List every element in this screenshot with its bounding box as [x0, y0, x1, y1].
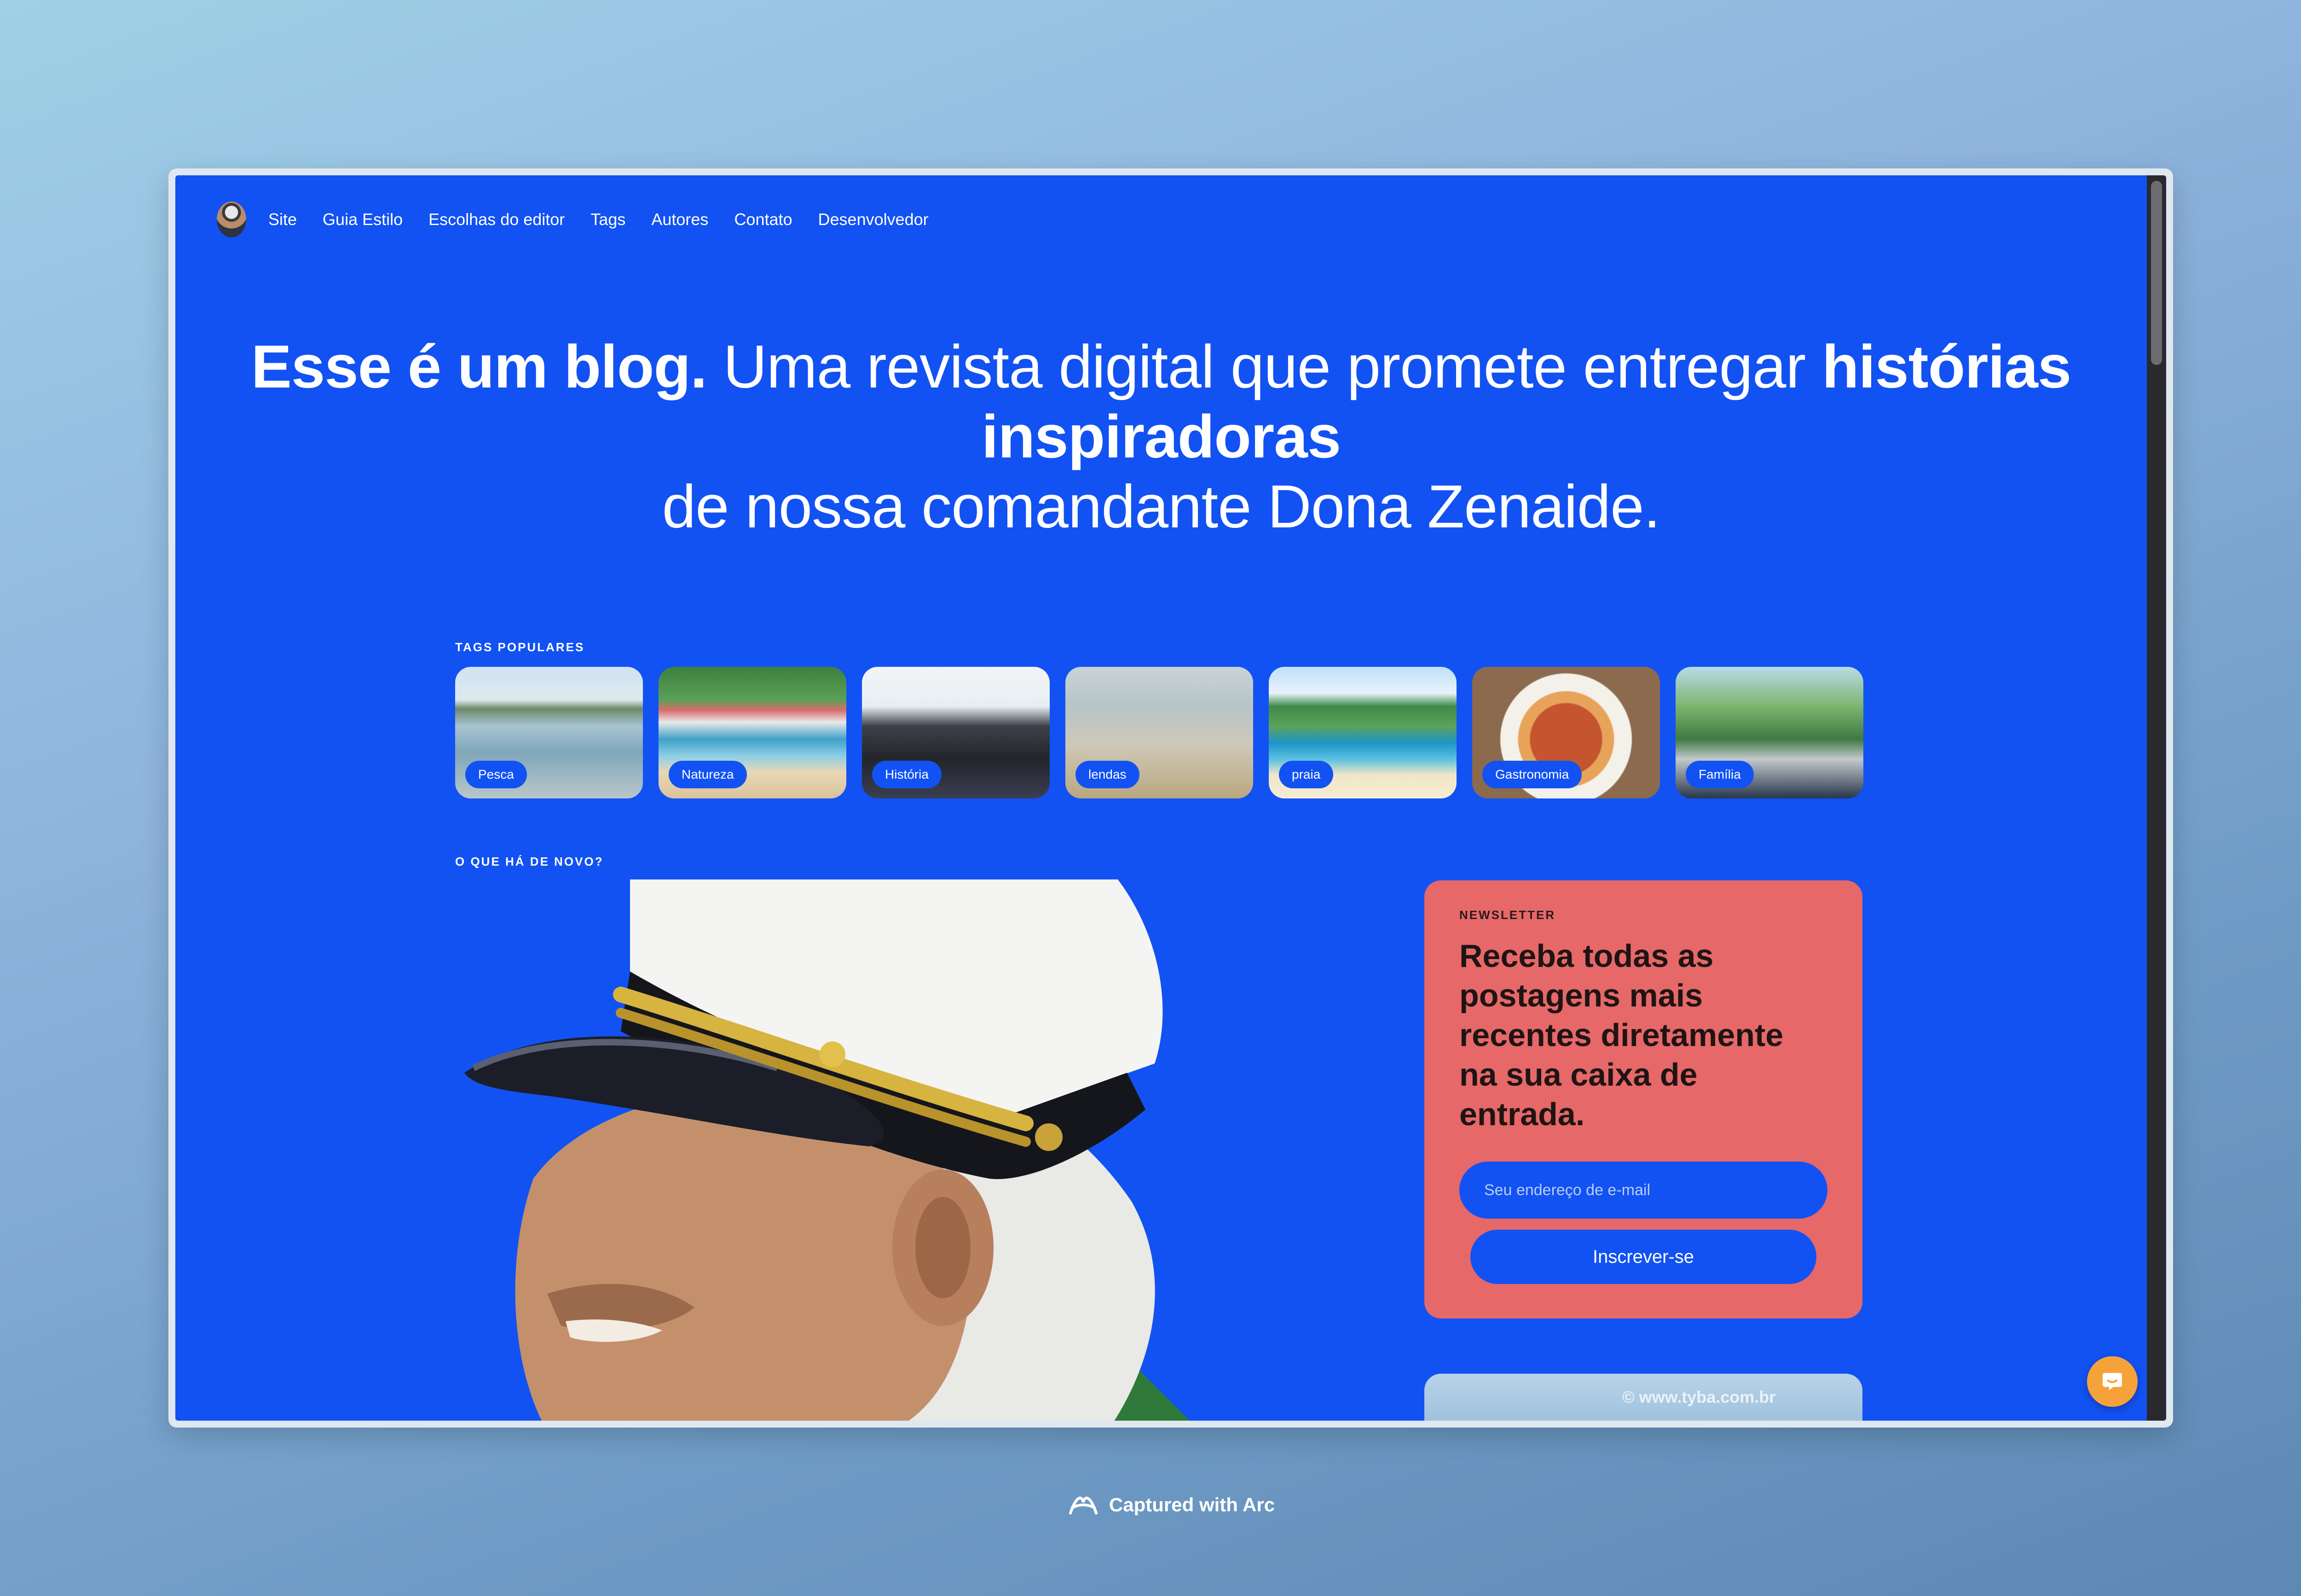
tag-pill-label: História [872, 761, 942, 788]
tag-card-familia[interactable]: Família [1676, 667, 1863, 798]
hero-text-4: de nossa comandante Dona Zenaide. [662, 473, 1661, 540]
vertical-scrollbar[interactable] [2147, 175, 2166, 1421]
nav-item-autores[interactable]: Autores [651, 210, 708, 229]
nav-item-guia-estilo[interactable]: Guia Estilo [323, 210, 403, 229]
tag-card-gastronomia[interactable]: Gastronomia [1472, 667, 1660, 798]
tag-pill-label: Gastronomia [1482, 761, 1582, 788]
top-nav: Site Guia Estilo Escolhas do editor Tags… [217, 201, 954, 238]
tag-card-natureza[interactable]: Natureza [659, 667, 846, 798]
tag-pill-label: Família [1686, 761, 1754, 788]
nav-item-site[interactable]: Site [268, 210, 297, 229]
nav-item-desenvolvedor[interactable]: Desenvolvedor [818, 210, 929, 229]
page-viewport: Site Guia Estilo Escolhas do editor Tags… [175, 175, 2166, 1421]
hero-headline: Esse é um blog. Uma revista digital que … [175, 332, 2147, 542]
subscribe-button[interactable]: Inscrever-se [1470, 1230, 1816, 1284]
image-watermark: © www.tyba.com.br [1622, 1388, 1776, 1406]
email-field[interactable] [1459, 1162, 1827, 1219]
scrollbar-thumb[interactable] [2151, 181, 2162, 365]
next-post-card[interactable]: © www.tyba.com.br [1424, 1374, 1862, 1421]
hero-text-2: Uma revista digital que promete entregar [706, 333, 1822, 400]
tag-card-lendas[interactable]: lendas [1065, 667, 1253, 798]
captain-portrait-illustration [464, 879, 1190, 1421]
tag-pill-label: praia [1279, 761, 1334, 788]
site-logo-avatar[interactable] [217, 202, 246, 237]
hero-bold-1: Esse é um blog. [251, 333, 707, 400]
chat-button[interactable] [2087, 1356, 2138, 1407]
chat-bubble-icon [2103, 1373, 2122, 1390]
nav-item-contato[interactable]: Contato [734, 210, 792, 229]
tags-section-label: TAGS POPULARES [455, 640, 585, 654]
newsletter-label: NEWSLETTER [1459, 908, 1556, 922]
featured-post-image[interactable] [455, 879, 1302, 1421]
newsletter-headline: Receba todas as postagens mais recentes … [1459, 938, 1784, 1132]
capture-badge: Captured with Arc [0, 1491, 2301, 1519]
nav-item-tags[interactable]: Tags [590, 210, 625, 229]
newsletter-card: NEWSLETTER Receba todas as postagens mai… [1424, 880, 1862, 1318]
tag-pill-label: Natureza [669, 761, 747, 788]
tag-card-pesca[interactable]: Pesca [455, 667, 643, 798]
popular-tags-list: Pesca Natureza História lendas praia Gas… [455, 667, 1863, 798]
tag-card-praia[interactable]: praia [1269, 667, 1457, 798]
news-section-label: O QUE HÁ DE NOVO? [455, 855, 604, 868]
browser-window: Site Guia Estilo Escolhas do editor Tags… [168, 168, 2173, 1428]
capture-label: Captured with Arc [1109, 1494, 1275, 1515]
tag-pill-label: lendas [1075, 761, 1139, 788]
tag-pill-label: Pesca [465, 761, 527, 788]
arc-logo-icon [1069, 1497, 1098, 1515]
tag-card-historia[interactable]: História [862, 667, 1050, 798]
nav-item-escolhas-do-editor[interactable]: Escolhas do editor [428, 210, 565, 229]
